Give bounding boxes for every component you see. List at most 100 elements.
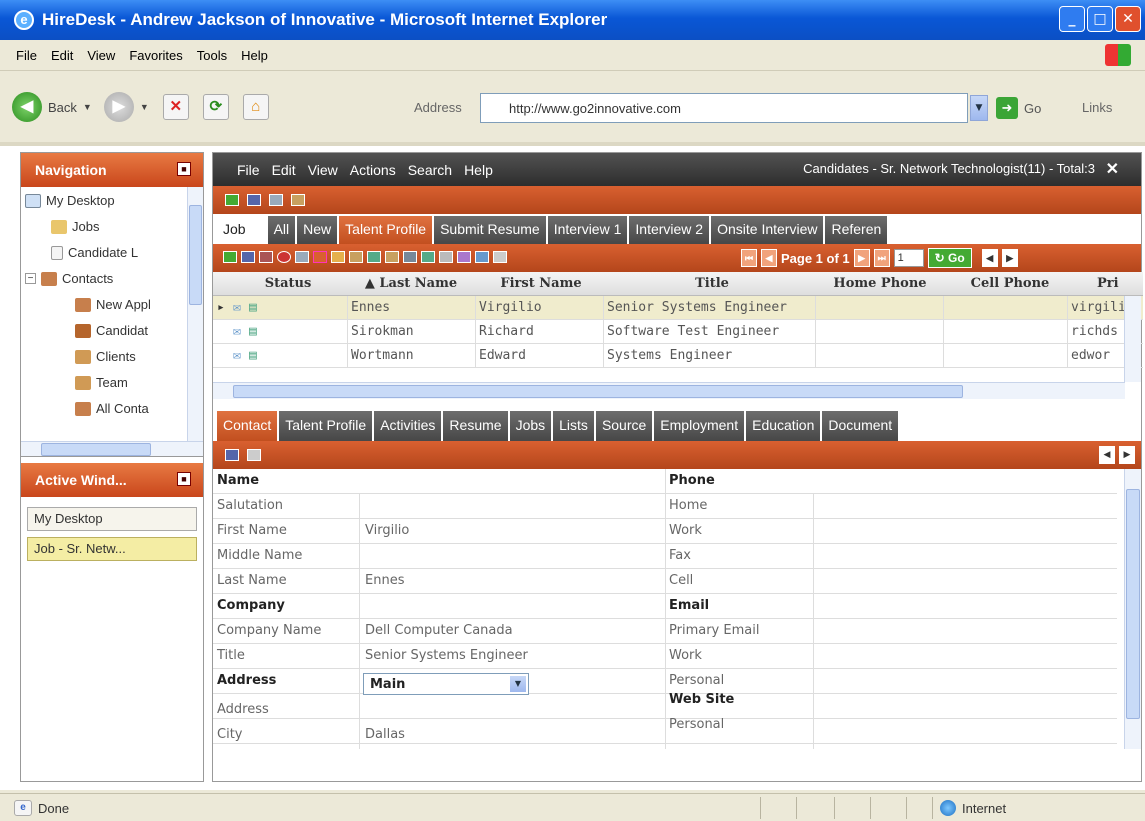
tab-talent-profile[interactable]: Talent Profile xyxy=(339,216,435,244)
forward-arrow-icon[interactable]: ▶ xyxy=(103,92,134,122)
profile-icon[interactable]: ▤ xyxy=(249,348,257,363)
edit-icon[interactable] xyxy=(241,251,255,263)
email-icon[interactable]: ✉ xyxy=(233,324,241,339)
scroll-right-icon[interactable]: ▶ xyxy=(1119,446,1135,464)
tab-submit-resume[interactable]: Submit Resume xyxy=(434,216,548,244)
tree-item-all-contacts[interactable]: All Conta xyxy=(75,401,149,416)
back-arrow-icon[interactable]: ◀ xyxy=(12,92,42,122)
tree-item-clients[interactable]: Clients xyxy=(75,349,136,364)
add-icon[interactable] xyxy=(223,251,237,263)
app-menu-file[interactable]: File xyxy=(237,162,260,178)
go-button[interactable]: ➜ Go xyxy=(996,97,1041,119)
find-icon[interactable] xyxy=(439,251,453,263)
stop-icon[interactable]: ✕ xyxy=(162,94,189,120)
calendar-icon[interactable] xyxy=(457,251,471,263)
tree-item-jobs[interactable]: Jobs xyxy=(51,219,99,234)
profile-icon[interactable]: ▤ xyxy=(249,300,257,315)
list-icon[interactable] xyxy=(403,251,417,263)
email-icon[interactable] xyxy=(269,194,283,206)
tab-employment[interactable]: Employment xyxy=(654,411,747,441)
chevron-down-icon[interactable]: ▼ xyxy=(510,676,526,692)
tab-new[interactable]: New xyxy=(297,216,340,244)
active-windows-collapse-button[interactable]: ■ xyxy=(177,472,191,486)
grid-horizontal-scrollbar[interactable] xyxy=(213,382,1125,399)
next-page-icon[interactable]: ▶ xyxy=(853,249,870,267)
person-search-icon[interactable] xyxy=(349,251,363,263)
home-icon[interactable]: ⌂ xyxy=(242,94,269,120)
report-icon[interactable] xyxy=(367,251,381,263)
table-row[interactable]: ▸ ✉ ▤ Ennes Virgilio Senior Systems Engi… xyxy=(213,296,1143,320)
address-dropdown-icon[interactable]: ▼ xyxy=(970,95,988,121)
tab-interview-1[interactable]: Interview 1 xyxy=(547,216,630,244)
scrollbar-thumb[interactable] xyxy=(41,443,151,456)
column-home-phone[interactable]: Home Phone xyxy=(817,276,943,291)
menu-help[interactable]: Help xyxy=(241,48,268,63)
edit-icon[interactable] xyxy=(247,194,261,206)
tab-onsite-interview[interactable]: Onsite Interview xyxy=(711,216,826,244)
active-window-job[interactable]: Job - Sr. Netw... xyxy=(27,537,197,561)
app-menu-search[interactable]: Search xyxy=(408,162,452,178)
tree-item-new-applicants[interactable]: New Appl xyxy=(75,297,151,312)
tab-contact[interactable]: Contact xyxy=(217,411,280,441)
menu-edit[interactable]: Edit xyxy=(51,48,73,63)
tree-item-candidates[interactable]: Candidat xyxy=(75,323,148,338)
back-label[interactable]: Back xyxy=(48,100,77,115)
navigation-collapse-button[interactable]: ■ xyxy=(177,162,191,176)
menu-tools[interactable]: Tools xyxy=(197,48,227,63)
column-title[interactable]: Title xyxy=(607,276,817,291)
email-icon[interactable]: ✉ xyxy=(233,300,241,315)
links-button[interactable]: Links xyxy=(1082,100,1112,115)
address-input[interactable]: http://www.go2innovative.com xyxy=(480,93,968,123)
tree-item-contacts[interactable]: − Contacts xyxy=(25,271,113,286)
menu-favorites[interactable]: Favorites xyxy=(129,48,182,63)
first-page-icon[interactable]: ⏮ xyxy=(741,249,757,267)
table-row[interactable]: ✉ ▤ Sirokman Richard Software Test Engin… xyxy=(213,320,1143,344)
tab-source[interactable]: Source xyxy=(595,411,655,441)
search-person-icon[interactable] xyxy=(291,194,305,206)
profile-icon[interactable]: ▤ xyxy=(249,324,257,339)
tree-item-candidate-list[interactable]: Candidate L xyxy=(51,245,138,260)
scrollbar-thumb[interactable] xyxy=(1126,489,1140,719)
tab-resume[interactable]: Resume xyxy=(443,411,510,441)
forward-dropdown-icon[interactable]: ▼ xyxy=(140,102,149,112)
previous-page-icon[interactable]: ◀ xyxy=(761,249,777,267)
export-icon[interactable] xyxy=(475,251,489,263)
scrollbar-thumb[interactable] xyxy=(233,385,963,398)
city-field[interactable]: Dallas xyxy=(365,727,405,742)
print-icon[interactable] xyxy=(493,251,507,263)
tab-education[interactable]: Education xyxy=(746,411,823,441)
address-type-select[interactable]: Main ▼ xyxy=(363,673,529,695)
tree-horizontal-scrollbar[interactable] xyxy=(21,441,203,457)
grid-vertical-scrollbar[interactable] xyxy=(1124,296,1141,382)
tree-item-team[interactable]: Team xyxy=(75,375,128,390)
column-last-name[interactable]: ▲ Last Name xyxy=(351,276,471,291)
company-name-field[interactable]: Dell Computer Canada xyxy=(365,623,513,638)
person-add-icon[interactable] xyxy=(385,251,399,263)
column-cell-phone[interactable]: Cell Phone xyxy=(947,276,1073,291)
close-window-button[interactable]: ✕ xyxy=(1115,6,1141,32)
edit-icon[interactable] xyxy=(225,449,239,461)
chart-icon[interactable] xyxy=(421,251,435,263)
menu-view[interactable]: View xyxy=(87,48,115,63)
tab-interview-2[interactable]: Interview 2 xyxy=(629,216,712,244)
column-status[interactable]: Status xyxy=(253,276,323,291)
title-field[interactable]: Senior Systems Engineer xyxy=(365,648,528,663)
last-page-icon[interactable]: ⏭ xyxy=(873,249,890,267)
maximize-button[interactable]: □ xyxy=(1087,6,1113,32)
menu-file[interactable]: File xyxy=(16,48,37,63)
tab-references[interactable]: Referen xyxy=(825,216,890,244)
active-window-my-desktop[interactable]: My Desktop xyxy=(27,507,197,531)
filter-icon[interactable] xyxy=(313,251,327,263)
tree-vertical-scrollbar[interactable] xyxy=(187,187,203,441)
add-icon[interactable] xyxy=(225,194,239,206)
tab-jobs[interactable]: Jobs xyxy=(509,411,554,441)
app-menu-view[interactable]: View xyxy=(308,162,338,178)
last-name-field[interactable]: Ennes xyxy=(365,573,404,588)
collapse-icon[interactable]: − xyxy=(25,273,36,284)
scroll-left-icon[interactable]: ◀ xyxy=(981,249,998,267)
tab-job[interactable]: Job xyxy=(217,216,254,244)
page-number-input[interactable]: 1 xyxy=(893,249,924,267)
scrollbar-thumb[interactable] xyxy=(189,205,202,305)
app-menu-help[interactable]: Help xyxy=(464,162,493,178)
tab-talent-profile-detail[interactable]: Talent Profile xyxy=(279,411,375,441)
